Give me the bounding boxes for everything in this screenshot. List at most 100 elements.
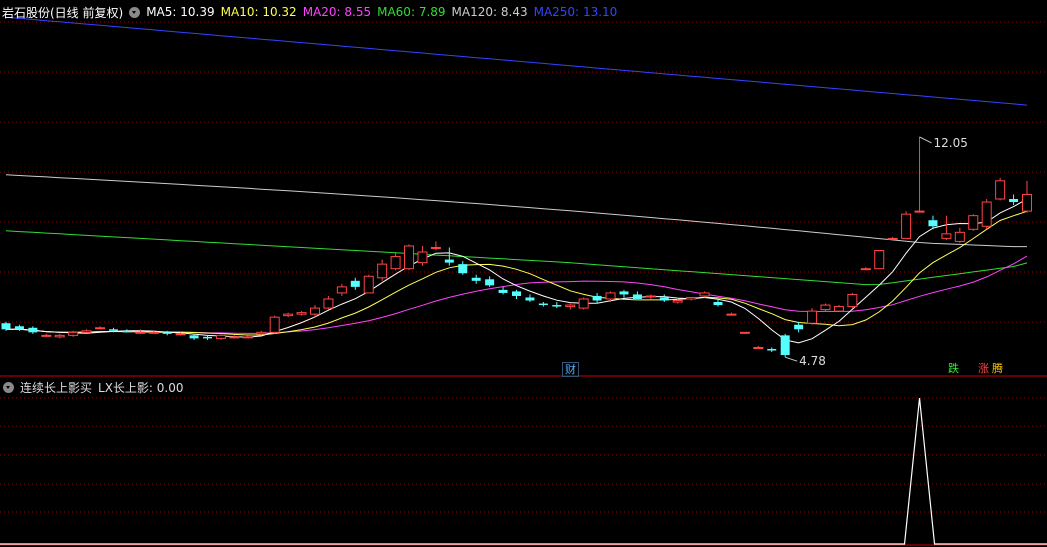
candle-body: [807, 310, 818, 324]
ma10-legend: MA10: 10.32: [220, 5, 297, 19]
candle-body: [189, 335, 199, 339]
candle-body: [377, 263, 388, 279]
candle-body: [162, 332, 172, 334]
indicator-line: [0, 397, 1047, 545]
ma60-legend: MA60: 7.89: [377, 5, 446, 19]
candle-body: [95, 327, 106, 330]
candle-body: [619, 291, 629, 295]
candle-body: [632, 294, 642, 299]
candle-body: [390, 256, 401, 270]
candle-body: [578, 298, 589, 309]
candle-body: [525, 297, 535, 301]
candle-body: [350, 280, 360, 287]
candle-body: [229, 336, 240, 339]
high-pointer: [919, 136, 932, 144]
candle-body: [592, 295, 602, 301]
candle-body: [175, 333, 186, 336]
indicator-legend: LX长上影: 0.00: [98, 380, 184, 395]
dropdown-icon[interactable]: [129, 6, 141, 18]
candle-body: [14, 326, 24, 330]
candle-body: [417, 251, 428, 264]
candle-body: [726, 313, 737, 316]
candle-body: [68, 331, 79, 336]
candle-body: [296, 312, 307, 315]
candle-body: [767, 348, 777, 351]
candle-body: [1, 323, 11, 330]
candle-body: [458, 264, 468, 274]
candle-body: [820, 304, 831, 311]
candle-body: [780, 335, 790, 356]
ma250-line: [5, 16, 1028, 106]
candle-body: [565, 304, 576, 308]
candle-body: [309, 307, 320, 315]
dropdown-icon[interactable]: [3, 381, 14, 393]
candle-body: [430, 246, 441, 249]
candle-body: [135, 331, 146, 334]
candle-body: [659, 297, 669, 301]
candle-body: [739, 331, 750, 334]
ma120-line: [5, 174, 1027, 248]
candle-body: [1022, 193, 1032, 212]
ma60-line: [5, 230, 1028, 286]
indicator-header: 连续长上影买 LX长上影: 0.00: [0, 377, 190, 397]
candle-body: [833, 306, 844, 312]
ma20-legend: MA20: 8.55: [302, 5, 372, 19]
candle-body: [847, 293, 858, 308]
candle-body: [901, 213, 912, 239]
candle-body: [108, 329, 118, 331]
kline-chart[interactable]: 12.05 4.78: [0, 0, 1047, 547]
candle-body: [203, 336, 213, 339]
high-price-label: 12.05: [934, 136, 968, 150]
ma120-legend: MA120: 8.43: [451, 5, 528, 19]
candle-body: [498, 289, 508, 293]
candle-body: [471, 277, 481, 281]
ma10-line: [6, 210, 1028, 336]
indicator-name: 连续长上影买: [20, 380, 93, 395]
candle-body: [605, 292, 616, 300]
candle-body: [81, 330, 92, 333]
candle-body: [874, 250, 885, 270]
candle-body: [485, 279, 495, 286]
candle-body: [699, 292, 710, 297]
candle-body: [928, 220, 938, 227]
candle-body: [363, 275, 374, 294]
candle-body: [753, 346, 764, 349]
candle-body: [645, 295, 656, 298]
candle-body: [954, 231, 965, 242]
candle-body: [512, 291, 521, 296]
candle-body: [995, 180, 1006, 200]
candle-body: [552, 305, 562, 307]
candle-body: [215, 334, 226, 339]
candle-body: [28, 327, 38, 333]
candle-body: [283, 313, 294, 317]
candle-body: [269, 316, 280, 333]
surge-badge[interactable]: 腾: [990, 362, 1005, 375]
limit-down-badge[interactable]: 跌: [946, 362, 961, 375]
candle-body: [914, 210, 925, 213]
low-pointer: [785, 356, 798, 362]
candle-body: [323, 298, 334, 309]
candle-body: [887, 237, 898, 240]
candle-body: [444, 259, 454, 263]
candle-body: [686, 296, 697, 300]
candle-body: [538, 303, 548, 306]
candle-body: [336, 286, 347, 294]
ma250-legend: MA250: 13.10: [533, 5, 618, 19]
low-price-label: 4.78: [799, 354, 826, 368]
candle-body: [941, 233, 952, 239]
finance-badge[interactable]: 财: [562, 362, 579, 377]
candle-body: [794, 324, 804, 330]
candle-body: [148, 331, 159, 334]
candle-body: [41, 334, 52, 337]
candle-body: [981, 201, 992, 227]
candle-body: [242, 336, 253, 339]
candle-body: [122, 330, 132, 333]
limit-up-badge[interactable]: 涨: [976, 362, 991, 375]
candle-body: [713, 302, 723, 306]
candle-body: [54, 334, 65, 338]
candle-body: [968, 215, 979, 230]
ma5-legend: MA5: 10.39: [146, 5, 215, 19]
candle-body: [672, 300, 683, 303]
stock-title: 岩石股份(日线 前复权): [2, 5, 124, 20]
ma5-line: [6, 198, 1028, 344]
